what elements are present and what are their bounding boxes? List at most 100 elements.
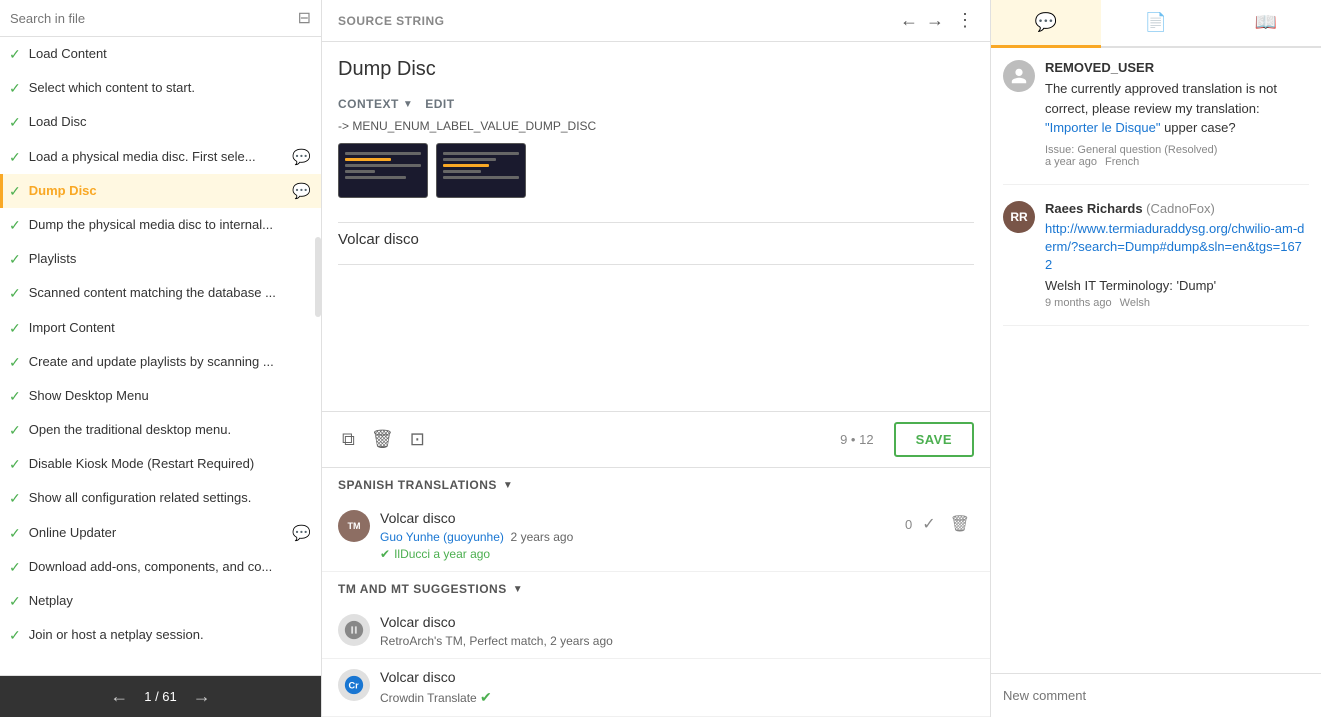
check-icon: ✓ (9, 46, 21, 63)
comment-entry-2: RR Raees Richards (CadnoFox) http://www.… (1003, 201, 1309, 327)
more-options-icon[interactable]: ⋮ (956, 10, 974, 31)
check-icon: ✓ (9, 490, 21, 507)
suggestion-1-meta: RetroArch's TM, Perfect match, 2 years a… (380, 634, 974, 648)
translation-text[interactable]: Volcar disco (338, 223, 974, 265)
list-item-dump-physical[interactable]: ✓ Dump the physical media disc to intern… (0, 208, 321, 242)
verified-badge: ✔ IlDucci a year ago (380, 547, 490, 561)
prev-page-button[interactable]: ← (104, 684, 134, 709)
tm-suggestions-header[interactable]: TM AND MT SUGGESTIONS ▼ (322, 572, 990, 604)
search-input[interactable] (10, 11, 298, 26)
list-item-text: Playlists (29, 250, 311, 268)
check-icon: ✓ (9, 320, 21, 337)
list-item-text: Show Desktop Menu (29, 387, 311, 405)
comment-2-ref: Welsh IT Terminology: 'Dump' (1045, 278, 1309, 293)
tab-comments[interactable]: 💬 (991, 0, 1101, 48)
check-icon: ✓ (9, 627, 21, 644)
list-item-load-physical[interactable]: ✓ Load a physical media disc. First sele… (0, 140, 321, 174)
list-item-text: Netplay (29, 592, 311, 610)
translator-link[interactable]: Guo Yunhe (guoyunhe) (380, 530, 504, 544)
check-icon: ✓ (9, 183, 21, 200)
list-item-import-content[interactable]: ✓ Import Content (0, 311, 321, 345)
history-button[interactable]: ⊡ (406, 425, 429, 454)
approve-translation-button[interactable]: ✓ (918, 510, 939, 538)
source-string-label: SOURCE STRING (338, 14, 900, 28)
list-item-text: Load Disc (29, 113, 311, 131)
save-button[interactable]: SAVE (894, 422, 974, 457)
list-item-select-content[interactable]: ✓ Select which content to start. (0, 71, 321, 105)
screenshot-thumb-1[interactable] (338, 143, 428, 198)
clear-translation-button[interactable]: 🗑 (367, 425, 398, 454)
suggestion-item-2: Cr Volcar disco Crowdin Translate ✔ (322, 659, 990, 717)
list-item-playlists[interactable]: ✓ Playlists (0, 242, 321, 276)
comment-2-link-container: http://www.termiaduraddysg.org/chwilio-a… (1045, 220, 1309, 275)
list-item-create-playlists[interactable]: ✓ Create and update playlists by scannin… (0, 345, 321, 379)
comment-2-link[interactable]: http://www.termiaduraddysg.org/chwilio-a… (1045, 221, 1304, 272)
comment-highlight: "Importer le Disque" (1045, 120, 1160, 135)
char-count: 9 • 12 (840, 432, 873, 447)
list-item-join-netplay[interactable]: ✓ Join or host a netplay session. (0, 618, 321, 652)
suggestion-2-body: Volcar disco Crowdin Translate ✔ (380, 669, 974, 706)
context-tag[interactable]: CONTEXT ▼ (338, 97, 413, 111)
translations-section: SPANISH TRANSLATIONS ▼ TM Volcar disco G… (322, 467, 990, 717)
list-item-text: Online Updater (29, 524, 289, 542)
search-bar: ⊟ (0, 0, 321, 37)
list-item-text: Disable Kiosk Mode (Restart Required) (29, 455, 311, 473)
suggestion-2-meta: Crowdin Translate ✔ (380, 689, 974, 706)
comment-icon-gray: 💬 (292, 524, 311, 542)
list-item-load-disc[interactable]: ✓ Load Disc (0, 105, 321, 139)
raees-avatar: RR (1003, 201, 1035, 233)
source-string-title: Dump Disc (322, 42, 990, 89)
info-tab-icon: 📄 (1145, 12, 1167, 33)
check-icon: ✓ (9, 422, 21, 439)
list-item-show-desktop-menu[interactable]: ✓ Show Desktop Menu (0, 379, 321, 413)
next-string-arrow[interactable]: → (926, 10, 944, 31)
list-item-text: Select which content to start. (29, 79, 311, 97)
spanish-translations-header[interactable]: SPANISH TRANSLATIONS ▼ (322, 468, 990, 500)
list-item-text: Scanned content matching the database ..… (29, 284, 311, 302)
list-item-netplay[interactable]: ✓ Netplay (0, 584, 321, 618)
list-item-text: Create and update playlists by scanning … (29, 353, 311, 371)
suggestion-2-text: Volcar disco (380, 669, 974, 685)
right-tabs: 💬 📄 📖 (991, 0, 1321, 48)
next-page-button[interactable]: → (187, 684, 217, 709)
list-item-open-desktop[interactable]: ✓ Open the traditional desktop menu. (0, 413, 321, 447)
spanish-section-arrow: ▼ (503, 480, 513, 491)
list-item-text: Show all configuration related settings. (29, 489, 311, 507)
list-item-text: Dump Disc (29, 182, 289, 200)
screenshot-thumb-2[interactable] (436, 143, 526, 198)
translation-area: Volcar disco (322, 223, 990, 411)
check-icon: ✓ (9, 251, 21, 268)
translation-toolbar: ⧉ 🗑 ⊡ 9 • 12 SAVE (322, 411, 990, 467)
left-list: ✓ Load Content ✓ Select which content to… (0, 37, 321, 675)
suggestion-1-avatar (338, 614, 370, 646)
delete-translation-button[interactable]: 🗑 (946, 510, 974, 538)
check-icon: ✓ (9, 593, 21, 610)
comments-tab-icon: 💬 (1035, 12, 1057, 33)
prev-string-arrow[interactable]: ← (900, 10, 918, 31)
list-item-online-updater[interactable]: ✓ Online Updater 💬 (0, 516, 321, 550)
list-item-scanned-content[interactable]: ✓ Scanned content matching the database … (0, 276, 321, 310)
context-label: CONTEXT (338, 97, 399, 111)
translation-item: TM Volcar disco Guo Yunhe (guoyunhe) 2 y… (322, 500, 990, 572)
list-item-download-addons[interactable]: ✓ Download add-ons, components, and co..… (0, 550, 321, 584)
check-icon: ✓ (9, 525, 21, 542)
suggestion-item-1: Volcar disco RetroArch's TM, Perfect mat… (322, 604, 990, 659)
check-icon: ✓ (9, 354, 21, 371)
list-item-dump-disc[interactable]: ✓ Dump Disc 💬 (0, 174, 321, 208)
edit-button[interactable]: EDIT (425, 97, 454, 111)
list-item-disable-kiosk[interactable]: ✓ Disable Kiosk Mode (Restart Required) (0, 447, 321, 481)
check-icon: ✓ (9, 217, 21, 234)
new-comment-input[interactable] (1003, 684, 1309, 707)
check-icon: ✓ (9, 80, 21, 97)
comment-1-time: a year ago (1045, 156, 1097, 168)
list-item-show-config[interactable]: ✓ Show all configuration related setting… (0, 481, 321, 515)
filter-icon[interactable]: ⊟ (298, 8, 311, 28)
copy-source-button[interactable]: ⧉ (338, 425, 359, 454)
tab-bookmark[interactable]: 📖 (1211, 0, 1321, 48)
tab-info[interactable]: 📄 (1101, 0, 1211, 48)
check-icon: ✓ (9, 149, 21, 166)
list-item-load-content[interactable]: ✓ Load Content (0, 37, 321, 71)
issue-badge: Issue: General question (Resolved) (1045, 144, 1309, 156)
context-row: CONTEXT ▼ EDIT (338, 97, 974, 111)
translation-item-body: Volcar disco Guo Yunhe (guoyunhe) 2 year… (380, 510, 895, 561)
